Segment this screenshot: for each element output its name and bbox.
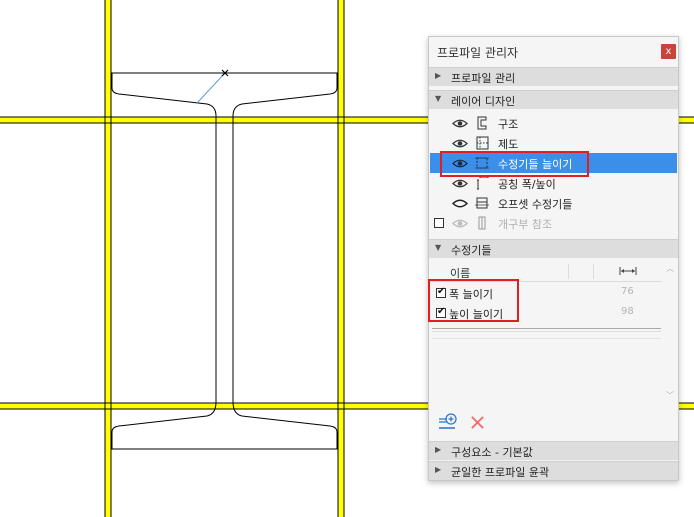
profile-manager-panel: 프로파일 관리자 x ▶ 프로파일 관리 ▼ 레이어 디자인 구조 제도 수정기…	[428, 36, 679, 481]
section-profile-manage[interactable]: ▶ 프로파일 관리	[429, 67, 678, 86]
layer-name: 개구부 참조	[498, 218, 553, 231]
highlight-modifier-rows	[428, 279, 519, 322]
layer-row-drafting[interactable]: 제도	[430, 133, 677, 153]
i-beam-profile[interactable]	[111, 72, 338, 450]
layer-name: 오프셋 수정기들	[498, 198, 573, 211]
eye-closed-icon[interactable]	[452, 198, 468, 209]
panel-titlebar[interactable]: 프로파일 관리자 x	[429, 37, 678, 65]
section-label: 균일한 프로파일 윤곽	[451, 466, 550, 479]
chevron-down-icon: ▼	[435, 243, 442, 252]
nominal-size-icon	[477, 176, 489, 190]
delete-icon[interactable]	[470, 415, 485, 430]
layer-row-offset[interactable]: 오프셋 수정기들	[430, 193, 677, 213]
column-divider	[568, 264, 569, 279]
layer-name: 구조	[498, 118, 519, 131]
row-separator	[432, 328, 661, 332]
modifiers-toolbar	[430, 407, 677, 437]
section-label: 수정기들	[451, 244, 492, 257]
layer-checkbox[interactable]	[434, 218, 444, 228]
section-component-defaults[interactable]: ▶ 구성요소 - 기본값	[429, 441, 678, 460]
modifier-value: 76	[621, 286, 634, 297]
eye-icon[interactable]	[452, 178, 468, 189]
section-label: 구성요소 - 기본값	[451, 446, 533, 459]
layer-name: 공칭 폭/높이	[498, 178, 556, 191]
eye-icon	[452, 219, 468, 228]
highlight-stretch-layer	[440, 151, 589, 177]
offset-icon	[475, 197, 489, 209]
panel-title: 프로파일 관리자	[437, 46, 519, 60]
layer-name: 제도	[498, 138, 519, 151]
layer-row-opening[interactable]: 개구부 참조	[430, 213, 677, 233]
chevron-right-icon: ▶	[435, 445, 442, 454]
drafting-icon	[476, 136, 489, 150]
chevron-down-icon: ▼	[435, 94, 442, 103]
eye-icon[interactable]	[452, 118, 468, 129]
section-label: 레이어 디자인	[451, 95, 516, 108]
section-label: 프로파일 관리	[451, 72, 516, 85]
width-arrow-icon[interactable]	[618, 266, 638, 276]
scroll-up-icon[interactable]: ︿	[666, 263, 674, 274]
chevron-right-icon: ▶	[435, 465, 442, 474]
opening-icon	[478, 216, 486, 230]
add-modifier-icon[interactable]	[438, 412, 458, 432]
layer-row-structure[interactable]: 구조	[430, 113, 677, 133]
modifier-value: 98	[621, 306, 634, 317]
row-separator	[432, 338, 661, 339]
structure-icon	[477, 116, 487, 130]
section-uniform-outline[interactable]: ▶ 균일한 프로파일 윤곽	[429, 461, 678, 480]
reference-marker[interactable]	[196, 69, 229, 104]
section-layer-design[interactable]: ▼ 레이어 디자인	[429, 90, 678, 109]
scrollbar[interactable]: ︿ ﹀	[664, 262, 676, 404]
eye-icon[interactable]	[452, 138, 468, 149]
section-modifiers[interactable]: ▼ 수정기들	[429, 239, 678, 258]
column-divider	[593, 264, 594, 279]
scroll-down-icon[interactable]: ﹀	[666, 390, 674, 401]
chevron-right-icon: ▶	[435, 71, 442, 80]
close-button[interactable]: x	[661, 44, 676, 59]
